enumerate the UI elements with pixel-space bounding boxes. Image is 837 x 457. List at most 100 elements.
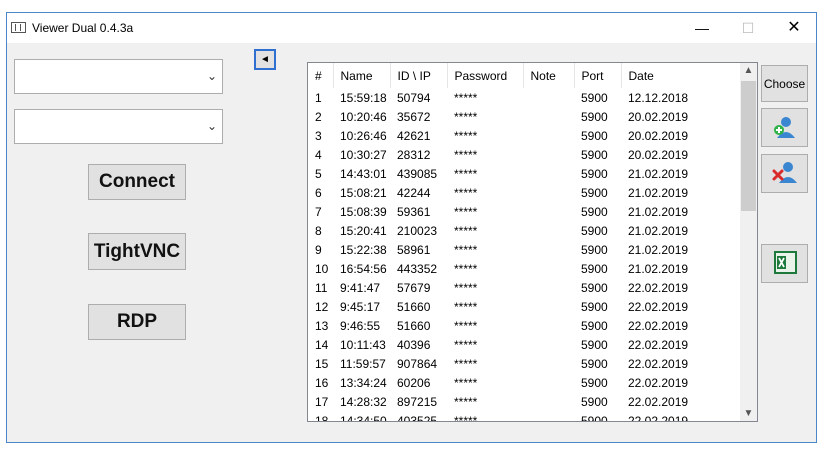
cell-password: ***** <box>454 109 478 124</box>
cell-name: 14:43:01 <box>340 166 387 181</box>
cell-name: 10:20:46 <box>340 109 387 124</box>
maximize-button[interactable]: ☐ <box>725 13 771 43</box>
table-row[interactable]: 10 16:54:56 443352 ***** 5900 21.02.2019 <box>308 259 740 278</box>
cell-date: 22.02.2019 <box>628 280 689 295</box>
cell-password: ***** <box>454 223 478 238</box>
cell-id-ip: 57679 <box>397 280 431 295</box>
table-row[interactable]: 14 10:11:43 40396 ***** 5900 22.02.2019 <box>308 335 740 354</box>
scroll-up-icon[interactable]: ▲ <box>740 65 757 76</box>
cell-password: ***** <box>454 318 478 333</box>
choose-button[interactable]: Choose <box>761 65 808 102</box>
cell-note <box>523 183 574 202</box>
cell-note <box>523 202 574 221</box>
table-row[interactable]: 13 9:46:55 51660 ***** 5900 22.02.2019 <box>308 316 740 335</box>
cell-name: 9:45:17 <box>340 299 381 314</box>
cell-date: 20.02.2019 <box>628 109 689 124</box>
cell-index: 5 <box>315 166 322 181</box>
cell-password: ***** <box>454 261 478 276</box>
table-row[interactable]: 9 15:22:38 58961 ***** 5900 21.02.2019 <box>308 240 740 259</box>
table-row[interactable]: 15 11:59:57 907864 ***** 5900 22.02.2019 <box>308 354 740 373</box>
app-icon <box>11 22 26 33</box>
table-row[interactable]: 7 15:08:39 59361 ***** 5900 21.02.2019 <box>308 202 740 221</box>
cell-note <box>523 278 574 297</box>
cell-note <box>523 392 574 411</box>
vertical-scrollbar[interactable]: ▲ ▼ <box>740 63 757 421</box>
table-row[interactable]: 2 10:20:46 35672 ***** 5900 20.02.2019 <box>308 107 740 126</box>
cell-note <box>523 259 574 278</box>
close-button[interactable]: ✕ <box>771 13 817 43</box>
cell-name: 10:26:46 <box>340 128 387 143</box>
cell-date: 21.02.2019 <box>628 185 689 200</box>
table-row[interactable]: 3 10:26:46 42621 ***** 5900 20.02.2019 <box>308 126 740 145</box>
cell-index: 1 <box>315 90 322 105</box>
cell-date: 22.02.2019 <box>628 356 689 371</box>
collapse-toggle-button[interactable]: ◄ <box>254 49 276 70</box>
table-row[interactable]: 18 14:34:50 403525 ***** 5900 22.02.2019 <box>308 411 740 422</box>
choose-button-label: Choose <box>763 77 806 91</box>
excel-icon <box>774 251 797 274</box>
cell-password: ***** <box>454 185 478 200</box>
column-header-note[interactable]: Note <box>523 63 575 88</box>
minimize-button[interactable]: — <box>679 13 725 43</box>
cell-note <box>523 107 574 126</box>
connect-button[interactable]: Connect <box>88 164 186 200</box>
scroll-thumb[interactable] <box>741 81 756 211</box>
cell-password: ***** <box>454 204 478 219</box>
cell-id-ip: 50794 <box>397 90 431 105</box>
table-row[interactable]: 16 13:34:24 60206 ***** 5900 22.02.2019 <box>308 373 740 392</box>
connections-table[interactable]: # Name ID \ IP Password Note Port Date 1… <box>307 62 758 422</box>
column-header-port[interactable]: Port <box>574 63 622 88</box>
column-header-index[interactable]: # <box>308 63 334 88</box>
scroll-down-icon[interactable]: ▼ <box>740 408 757 419</box>
table-row[interactable]: 5 14:43:01 439085 ***** 5900 21.02.2019 <box>308 164 740 183</box>
cell-index: 16 <box>315 375 329 390</box>
cell-id-ip: 59361 <box>397 204 431 219</box>
cell-index: 12 <box>315 299 329 314</box>
add-connection-button[interactable] <box>761 108 808 147</box>
cell-index: 17 <box>315 394 329 409</box>
column-header-name[interactable]: Name <box>333 63 391 88</box>
cell-name: 9:46:55 <box>340 318 381 333</box>
chevron-down-icon[interactable]: ⌄ <box>207 119 217 133</box>
cell-id-ip: 42244 <box>397 185 431 200</box>
table-row[interactable]: 17 14:28:32 897215 ***** 5900 22.02.2019 <box>308 392 740 411</box>
connection-combo[interactable]: ⌄ <box>14 109 223 144</box>
table-row[interactable]: 11 9:41:47 57679 ***** 5900 22.02.2019 <box>308 278 740 297</box>
table-row[interactable]: 8 15:20:41 210023 ***** 5900 21.02.2019 <box>308 221 740 240</box>
cell-note <box>523 373 574 392</box>
table-row[interactable]: 4 10:30:27 28312 ***** 5900 20.02.2019 <box>308 145 740 164</box>
column-header-id-ip[interactable]: ID \ IP <box>390 63 448 88</box>
cell-port: 5900 <box>581 261 608 276</box>
table-header-row: # Name ID \ IP Password Note Port Date <box>308 63 741 88</box>
tightvnc-button[interactable]: TightVNC <box>88 233 186 270</box>
remove-connection-button[interactable] <box>761 154 808 193</box>
server-combo[interactable]: ⌄ <box>14 59 223 94</box>
table-row[interactable]: 1 15:59:18 50794 ***** 5900 12.12.2018 <box>308 88 740 107</box>
cell-note <box>523 335 574 354</box>
column-header-password[interactable]: Password <box>447 63 524 88</box>
cell-port: 5900 <box>581 242 608 257</box>
cell-date: 21.02.2019 <box>628 204 689 219</box>
cell-password: ***** <box>454 147 478 162</box>
cell-date: 21.02.2019 <box>628 242 689 257</box>
chevron-down-icon[interactable]: ⌄ <box>207 69 217 83</box>
cell-note <box>523 240 574 259</box>
cell-port: 5900 <box>581 204 608 219</box>
cell-name: 10:30:27 <box>340 147 387 162</box>
cell-note <box>523 297 574 316</box>
rdp-button[interactable]: RDP <box>88 304 186 340</box>
cell-port: 5900 <box>581 166 608 181</box>
table-row[interactable]: 6 15:08:21 42244 ***** 5900 21.02.2019 <box>308 183 740 202</box>
export-excel-button[interactable] <box>761 244 808 283</box>
cell-id-ip: 60206 <box>397 375 431 390</box>
column-header-date[interactable]: Date <box>621 63 741 88</box>
cell-index: 4 <box>315 147 322 162</box>
cell-name: 14:34:50 <box>340 413 387 422</box>
cell-note <box>523 221 574 240</box>
cell-date: 22.02.2019 <box>628 413 689 422</box>
cell-password: ***** <box>454 242 478 257</box>
cell-index: 2 <box>315 109 322 124</box>
cell-date: 22.02.2019 <box>628 299 689 314</box>
table-row[interactable]: 12 9:45:17 51660 ***** 5900 22.02.2019 <box>308 297 740 316</box>
cell-index: 7 <box>315 204 322 219</box>
